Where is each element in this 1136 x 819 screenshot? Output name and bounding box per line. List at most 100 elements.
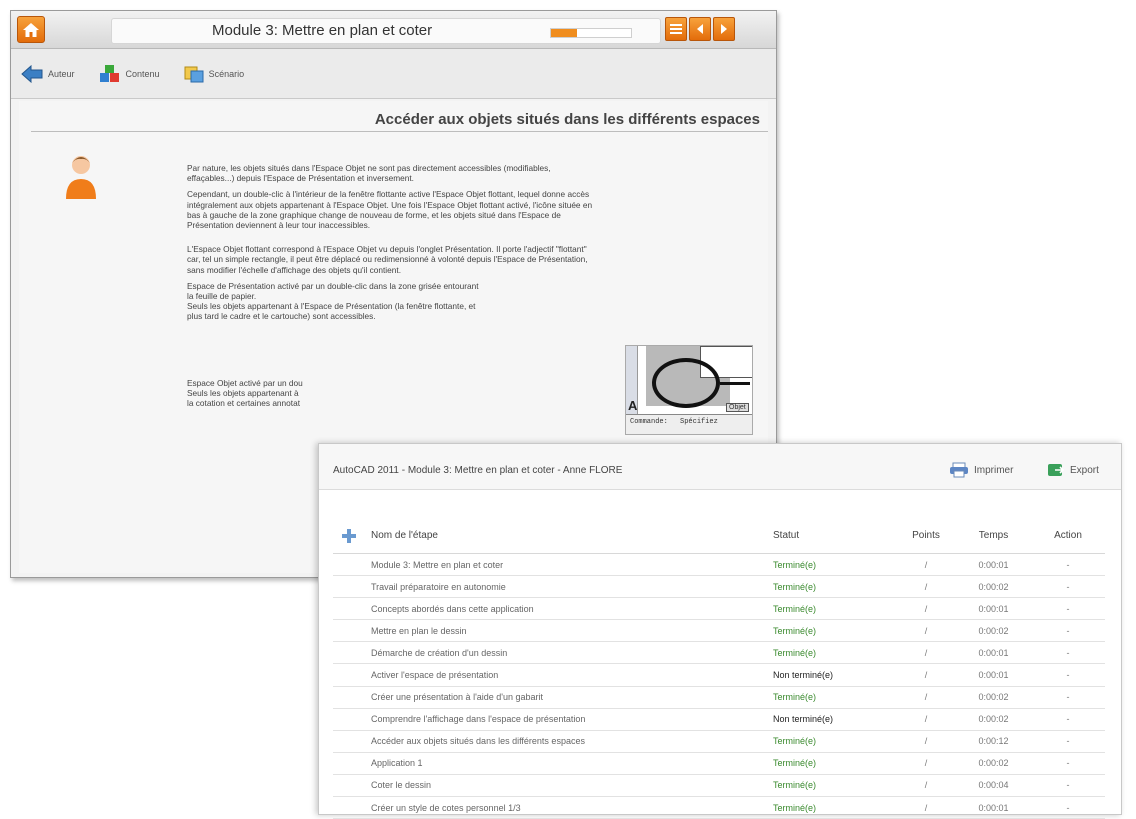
contenu-label: Contenu	[125, 68, 160, 79]
print-button[interactable]: Imprimer	[949, 462, 1013, 478]
table-row[interactable]: Créer une présentation à l'aide d'un gab…	[333, 687, 1105, 709]
step-time: 0:00:01	[978, 670, 1009, 681]
auteur-label: Auteur	[48, 68, 75, 79]
next-button[interactable]	[713, 17, 735, 41]
step-status: Non terminé(e)	[773, 714, 834, 725]
highlight-circle	[652, 358, 720, 408]
step-status: Terminé(e)	[773, 625, 817, 636]
contenu-button[interactable]: Contenu	[99, 64, 160, 83]
table-row[interactable]: Créer un style de cotes personnel 1/3 Ter…	[333, 797, 1105, 819]
export-icon	[1048, 464, 1065, 476]
command-line: Commande: Spécifiez	[626, 414, 752, 434]
step-name: Travail préparatoire en autonomie	[371, 581, 506, 592]
objet-tab: Objet	[726, 403, 749, 412]
previous-button[interactable]	[689, 17, 711, 41]
step-time: 0:00:01	[978, 647, 1009, 658]
step-points: /	[924, 647, 928, 658]
table-row[interactable]: Coter le dessin Terminé(e) / 0:00:04 -	[333, 775, 1105, 798]
step-name: Créer un style de cotes personnel 1/3	[371, 802, 521, 813]
step-name: Coter le dessin	[371, 780, 432, 791]
section-title: Accéder aux objets situés dans les diffé…	[374, 111, 760, 128]
paragraph: Par nature, les objets situés dans l'Esp…	[187, 163, 551, 184]
command-label: Commande:	[630, 418, 668, 426]
table-body: Module 3: Mettre en plan et coter Terminé…	[333, 554, 1105, 819]
step-time: 0:00:04	[978, 780, 1009, 791]
progress-fill	[551, 29, 577, 37]
step-points: /	[924, 670, 928, 681]
step-action: -	[1066, 736, 1070, 747]
header-status: Statut	[773, 530, 800, 541]
step-time: 0:00:02	[978, 581, 1009, 592]
step-points: /	[924, 736, 928, 747]
paragraph: Cependant, un double-clic à l'intérieur …	[187, 189, 593, 231]
step-points: /	[924, 581, 928, 592]
export-button[interactable]: Export	[1047, 462, 1099, 478]
step-time: 0:00:01	[978, 802, 1009, 813]
step-points: /	[924, 714, 928, 725]
step-time: 0:00:02	[978, 758, 1009, 769]
avatar-icon	[66, 156, 96, 199]
step-time: 0:00:12	[978, 736, 1009, 747]
step-action: -	[1066, 670, 1070, 681]
step-time: 0:00:02	[978, 692, 1009, 703]
paragraph: L'Espace Objet flottant correspond à l'E…	[187, 244, 588, 275]
table-row[interactable]: Comprendre l'affichage dans l'espace de …	[333, 709, 1105, 731]
step-action: -	[1066, 625, 1070, 636]
header-name: Nom de l'étape	[371, 530, 438, 541]
diagram-letter: A	[628, 398, 638, 413]
steps-table: Nom de l'étape Statut Points Temps Actio…	[333, 518, 1105, 819]
home-icon	[23, 22, 39, 37]
table-row[interactable]: Concepts abordés dans cette application T…	[333, 598, 1105, 621]
step-status: Terminé(e)	[773, 647, 817, 658]
nav-buttons	[665, 17, 735, 41]
step-name: Créer une présentation à l'aide d'un gab…	[371, 692, 544, 703]
step-status: Terminé(e)	[773, 802, 817, 813]
step-name: Concepts abordés dans cette application	[371, 603, 534, 614]
step-points: /	[924, 802, 928, 813]
step-status: Terminé(e)	[773, 581, 817, 592]
step-action: -	[1066, 581, 1070, 592]
table-row[interactable]: Démarche de création d'un dessin Terminé(…	[333, 642, 1105, 665]
autocad-screenshot: A Objet Commande: Spécifiez	[625, 345, 753, 435]
step-name: Module 3: Mettre en plan et coter	[371, 559, 504, 570]
menu-button[interactable]	[665, 17, 687, 41]
header-name-cell: Nom de l'étape	[333, 528, 773, 544]
step-time: 0:00:02	[978, 714, 1009, 725]
expand-icon[interactable]	[341, 528, 357, 544]
arrow-right-icon	[721, 24, 727, 34]
step-name: Accéder aux objets situés dans les diffé…	[371, 736, 585, 747]
section-divider	[31, 131, 768, 132]
step-status: Terminé(e)	[773, 603, 817, 614]
step-points: /	[924, 780, 928, 791]
auteur-button[interactable]: Auteur	[21, 64, 75, 83]
table-row[interactable]: Mettre en plan le dessin Terminé(e) / 0:00:…	[333, 620, 1105, 643]
table-row[interactable]: Travail préparatoire en autonomie Terminé…	[333, 576, 1105, 599]
step-name: Démarche de création d'un dessin	[371, 647, 508, 658]
report-header: AutoCAD 2011 - Module 3: Mettre en plan …	[319, 444, 1121, 490]
export-label: Export	[1070, 464, 1099, 476]
header-time: Temps	[978, 530, 1009, 541]
scenario-button[interactable]: Scénario	[184, 65, 245, 83]
step-name: Application 1	[371, 758, 423, 769]
step-points: /	[924, 603, 928, 614]
home-button[interactable]	[17, 16, 45, 43]
course-header: Module 3: Mettre en plan et coter	[11, 11, 776, 49]
header-points: Points	[912, 530, 940, 541]
step-name: Activer l'espace de présentation	[371, 670, 499, 681]
course-toolbar: Auteur Contenu Scénario	[11, 49, 776, 99]
scenario-label: Scénario	[208, 68, 245, 79]
pointer-arrow	[720, 382, 750, 385]
table-row[interactable]: Application 1 Terminé(e) / 0:00:02 -	[333, 753, 1105, 775]
table-row[interactable]: Module 3: Mettre en plan et coter Terminé…	[333, 554, 1105, 577]
arrow-back-icon	[21, 64, 43, 83]
step-name: Comprendre l'affichage dans l'espace de …	[371, 714, 586, 725]
printer-icon	[950, 462, 968, 478]
table-row[interactable]: Accéder aux objets situés dans les diffé…	[333, 731, 1105, 753]
step-time: 0:00:01	[978, 559, 1009, 570]
step-action: -	[1066, 559, 1070, 570]
step-name: Mettre en plan le dessin	[371, 625, 467, 636]
step-points: /	[924, 625, 928, 636]
step-action: -	[1066, 802, 1070, 813]
table-row[interactable]: Activer l'espace de présentation Non term…	[333, 664, 1105, 687]
specify-label: Spécifiez	[680, 418, 718, 426]
